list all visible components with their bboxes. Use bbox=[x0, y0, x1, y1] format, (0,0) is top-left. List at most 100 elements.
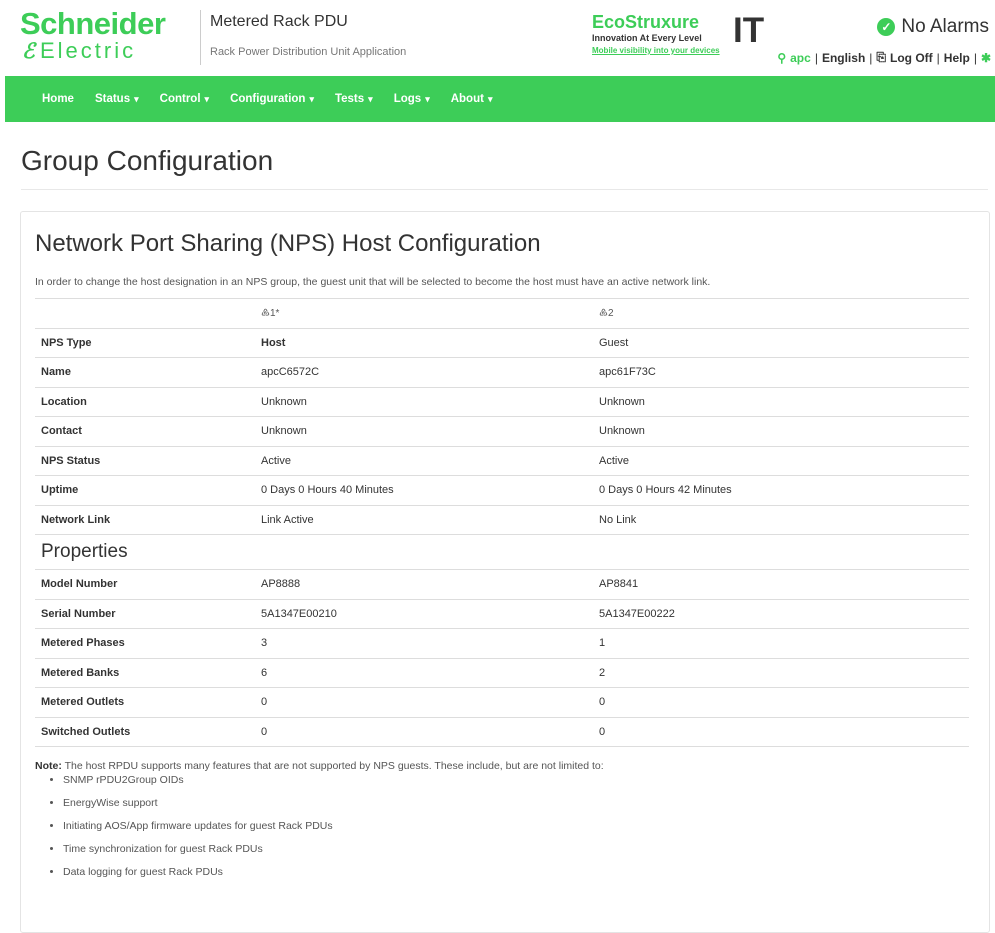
nav-logs-label: Logs bbox=[393, 93, 422, 105]
separator: | bbox=[869, 50, 873, 65]
nav-control[interactable]: Control ▾ bbox=[160, 93, 209, 105]
eco-brand: EcoStruxure bbox=[592, 12, 700, 32]
eco-it: IT bbox=[733, 11, 765, 50]
row-value-unit1: AP8888 bbox=[255, 569, 593, 599]
table-row: Metered Banks 6 2 bbox=[35, 657, 969, 688]
properties-heading: Properties bbox=[35, 534, 969, 570]
eco-link[interactable]: Mobile visibility into your devices bbox=[592, 46, 742, 55]
table-row: Contact Unknown Unknown bbox=[35, 416, 969, 446]
nav-control-label: Control bbox=[159, 93, 201, 105]
row-value-unit1: apcC6572C bbox=[255, 357, 593, 387]
row-value-unit2: Unknown bbox=[593, 386, 969, 417]
nav-about[interactable]: About ▾ bbox=[451, 93, 493, 105]
table-row: Switched Outlets 0 0 bbox=[35, 716, 969, 747]
main-nav: Home Status ▾ Control ▾ Configuration ▾ Tes… bbox=[5, 76, 995, 122]
note-list: SNMP rPDU2Group OIDs EnergyWise support … bbox=[47, 771, 333, 886]
row-value-unit1: 0 bbox=[255, 716, 593, 747]
row-value-unit1: 5A1347E00210 bbox=[255, 598, 593, 629]
logo-glyph-icon: ℰ bbox=[22, 40, 35, 63]
nav-configuration[interactable]: Configuration ▾ bbox=[230, 93, 314, 105]
nav-tests-label: Tests bbox=[334, 93, 365, 105]
table-row: Metered Phases 3 1 bbox=[35, 628, 969, 658]
separator: | bbox=[814, 50, 818, 65]
list-item: Initiating AOS/App firmware updates for … bbox=[63, 817, 333, 840]
nav-status[interactable]: Status ▾ bbox=[95, 93, 139, 105]
row-label: Name bbox=[35, 357, 255, 387]
table-row: Name apcC6572C apc61F73C bbox=[35, 357, 969, 387]
logoff-link[interactable]: Log Off bbox=[890, 51, 933, 65]
row-label: NPS Type bbox=[35, 327, 255, 358]
nav-home-label: Home bbox=[42, 93, 74, 105]
check-circle-icon: ✓ bbox=[877, 18, 896, 36]
logo-line2-text: Electric bbox=[40, 38, 137, 63]
list-item: SNMP rPDU2Group OIDs bbox=[63, 771, 333, 794]
row-value-unit2: 0 bbox=[593, 716, 969, 747]
caret-down-icon: ▾ bbox=[425, 94, 430, 104]
pin-icon[interactable]: ✱ bbox=[981, 51, 991, 65]
table-row: NPS Status Active Active bbox=[35, 445, 969, 476]
caret-down-icon: ▾ bbox=[134, 94, 139, 104]
row-value-unit1: 0 bbox=[255, 687, 593, 717]
schneider-electric-logo[interactable]: Schneider ℰ Electric bbox=[20, 8, 190, 64]
row-label: Network Link bbox=[35, 504, 255, 535]
nav-about-label: About bbox=[450, 93, 484, 105]
section-description: In order to change the host designation … bbox=[35, 276, 711, 288]
nav-logs[interactable]: Logs ▾ bbox=[394, 93, 430, 105]
page-title: Group Configuration bbox=[21, 145, 274, 176]
alarm-status-text: No Alarms bbox=[901, 16, 989, 37]
row-label: Metered Outlets bbox=[35, 687, 255, 717]
row-value-unit2: No Link bbox=[593, 504, 969, 535]
row-value-unit1: Link Active bbox=[255, 504, 593, 535]
alarm-status[interactable]: ✓ No Alarms bbox=[877, 16, 989, 38]
row-label: Metered Phases bbox=[35, 628, 255, 658]
list-item: Data logging for guest Rack PDUs bbox=[63, 863, 333, 886]
row-value-unit2: 1 bbox=[593, 628, 969, 658]
logoff-icon: ⎘ bbox=[876, 50, 887, 64]
properties-heading-row: Properties bbox=[35, 534, 969, 570]
row-label: Contact bbox=[35, 416, 255, 446]
table-row: Network Link Link Active No Link bbox=[35, 504, 969, 535]
row-value-unit1: 3 bbox=[255, 628, 593, 658]
nav-home[interactable]: Home bbox=[42, 93, 74, 105]
column-header-unit2: ♸2 bbox=[593, 298, 969, 328]
row-value-unit2: Guest bbox=[593, 327, 969, 358]
row-value-unit2: 5A1347E00222 bbox=[593, 598, 969, 629]
row-value-unit2: 0 Days 0 Hours 42 Minutes bbox=[593, 475, 969, 505]
table-header-row: ♸1* ♸2 bbox=[35, 298, 969, 328]
row-label: Serial Number bbox=[35, 598, 255, 629]
caret-down-icon: ▾ bbox=[204, 94, 210, 104]
row-value-unit1: 0 Days 0 Hours 40 Minutes bbox=[255, 475, 593, 505]
caret-down-icon: ▾ bbox=[368, 94, 373, 104]
table-row: NPS Type Host Guest bbox=[35, 327, 969, 358]
table-row: Location Unknown Unknown bbox=[35, 386, 969, 417]
logo-line1: Schneider bbox=[20, 6, 166, 41]
ecostruxure-logo[interactable]: EcoStruxure Innovation At Every Level Mo… bbox=[592, 13, 742, 65]
nav-tests[interactable]: Tests ▾ bbox=[335, 93, 373, 105]
table-row: Model Number AP8888 AP8841 bbox=[35, 569, 969, 599]
user-link[interactable]: apc bbox=[790, 51, 811, 65]
caret-down-icon: ▾ bbox=[487, 94, 493, 104]
help-link[interactable]: Help bbox=[944, 51, 970, 65]
row-label: Switched Outlets bbox=[35, 716, 255, 747]
title-divider bbox=[21, 189, 988, 190]
table-row: Uptime 0 Days 0 Hours 40 Minutes 0 Days … bbox=[35, 475, 969, 505]
logo-line2: ℰ Electric bbox=[20, 38, 190, 63]
column-header-unit1: ♸1* bbox=[255, 298, 593, 328]
app-title: Metered Rack PDU bbox=[210, 13, 348, 30]
nav-configuration-label: Configuration bbox=[230, 93, 306, 105]
user-icon: ⚲ bbox=[777, 50, 787, 65]
row-value-unit1: Host bbox=[255, 327, 593, 358]
row-label: Uptime bbox=[35, 475, 255, 505]
header-empty-cell bbox=[35, 298, 255, 328]
nav-status-label: Status bbox=[94, 93, 131, 105]
table-row: Serial Number 5A1347E00210 5A1347E00222 bbox=[35, 598, 969, 629]
language-link[interactable]: English bbox=[822, 51, 865, 65]
separator: | bbox=[936, 50, 940, 65]
row-value-unit1: Unknown bbox=[255, 416, 593, 446]
list-item: EnergyWise support bbox=[63, 794, 333, 817]
list-item: Time synchronization for guest Rack PDUs bbox=[63, 840, 333, 863]
row-value-unit1: Active bbox=[255, 445, 593, 476]
row-value-unit2: Active bbox=[593, 445, 969, 476]
row-label: NPS Status bbox=[35, 445, 255, 476]
header: Schneider ℰ Electric Metered Rack PDU Rac… bbox=[0, 0, 995, 76]
